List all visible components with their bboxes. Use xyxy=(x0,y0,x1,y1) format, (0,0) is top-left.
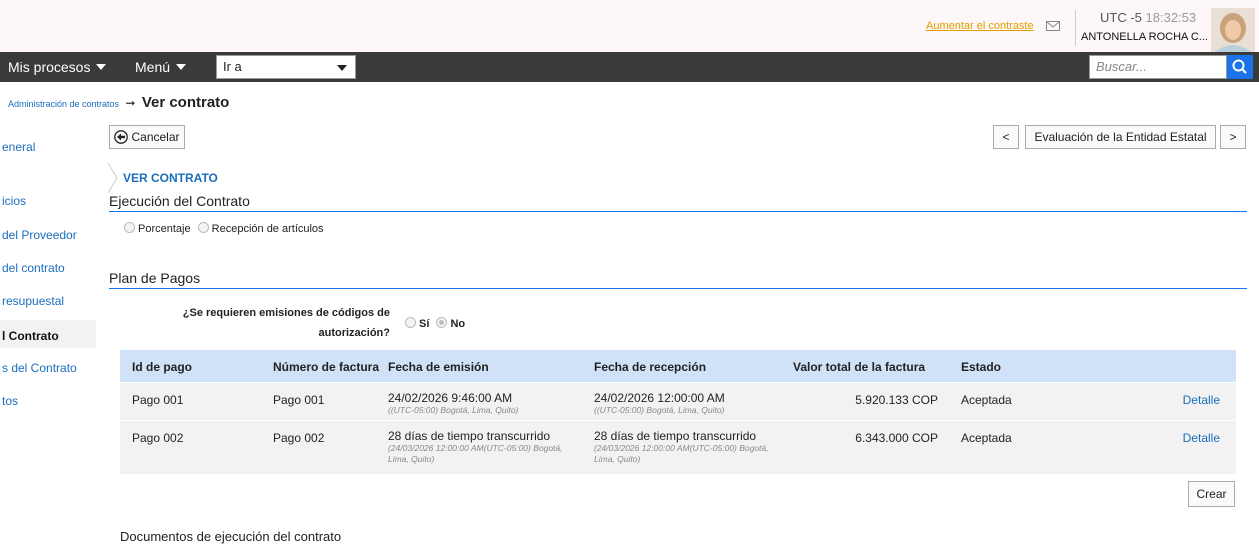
increase-contrast-link[interactable]: Aumentar el contraste xyxy=(926,20,1034,32)
mail-icon[interactable] xyxy=(1046,21,1060,31)
goto-select[interactable]: Ir a xyxy=(216,55,356,79)
breadcrumb-contracts-admin[interactable]: Administración de contratos xyxy=(8,99,119,109)
col-payment-id[interactable]: Id de pago xyxy=(132,360,192,374)
back-arrow-icon xyxy=(114,130,129,144)
authorization-question: ¿Se requieren emisiones de códigos de au… xyxy=(182,307,390,339)
sidebar-item-contract-modifications[interactable]: s del Contrato xyxy=(0,361,96,391)
col-status[interactable]: Estado xyxy=(961,360,1001,374)
header-divider xyxy=(1075,10,1076,46)
avatar[interactable] xyxy=(1211,8,1255,52)
sidebar-item-incidents[interactable]: tos xyxy=(0,394,96,424)
sidebar-item-contract-conditions[interactable]: del contrato xyxy=(0,261,96,291)
table-row: Pago 001 Pago 001 24/02/2026 9:46:00 AM … xyxy=(120,382,1236,420)
sidebar-item-supplier[interactable]: del Proveedor xyxy=(0,228,96,258)
radio-percentage[interactable]: Porcentaje xyxy=(124,222,191,235)
search-icon xyxy=(1232,59,1247,74)
my-processes-menu[interactable]: Mis procesos xyxy=(8,59,107,75)
view-contract-step[interactable]: VER CONTRATO xyxy=(123,171,218,185)
radio-auth-yes[interactable]: Sí xyxy=(405,317,429,330)
evaluation-button[interactable]: Evaluación de la Entidad Estatal xyxy=(1025,125,1216,149)
radio-icon xyxy=(405,317,416,328)
chevron-down-icon xyxy=(337,65,347,71)
step-chevron-icon xyxy=(107,163,118,193)
status-badge: Aceptada xyxy=(961,431,1012,445)
invoice-number: Pago 002 xyxy=(273,431,325,445)
page-title: Ver contrato xyxy=(141,94,230,111)
search-button[interactable] xyxy=(1227,55,1253,79)
search-input[interactable]: Buscar... xyxy=(1089,55,1227,79)
invoice-total: 6.343.000 COP xyxy=(855,431,938,445)
sidebar-item-contract-execution[interactable]: l Contrato xyxy=(0,320,96,348)
radio-selected-icon xyxy=(436,317,448,328)
payment-plan-title: Plan de Pagos xyxy=(109,270,201,286)
timezone-clock: UTC -5 18:32:53 xyxy=(1100,10,1196,25)
payments-table: Id de pago Número de factura Fecha de em… xyxy=(120,350,1236,474)
chevron-down-icon xyxy=(96,64,107,70)
detail-link[interactable]: Detalle xyxy=(1183,393,1220,407)
execution-section-title: Ejecución del Contrato xyxy=(109,193,250,209)
col-invoice-total[interactable]: Valor total de la factura xyxy=(793,360,925,374)
radio-icon xyxy=(197,222,209,233)
cancel-button[interactable]: Cancelar xyxy=(109,125,185,149)
issue-date: 28 días de tiempo transcurrido (24/03/20… xyxy=(388,429,563,464)
invoice-total: 5.920.133 COP xyxy=(855,393,938,407)
table-row: Pago 002 Pago 002 28 días de tiempo tran… xyxy=(120,420,1236,474)
issue-date: 24/02/2026 9:46:00 AM ((UTC-05:00) Bogot… xyxy=(388,391,519,415)
receipt-date: 28 días de tiempo transcurrido (24/03/20… xyxy=(594,429,769,464)
radio-item-reception[interactable]: Recepción de artículos xyxy=(197,222,324,235)
main-nav-bar: Mis procesos Menú xyxy=(0,52,1259,82)
timezone-label: UTC -5 xyxy=(1100,10,1142,25)
goto-select-value: Ir a xyxy=(223,59,242,74)
table-header: Id de pago Número de factura Fecha de em… xyxy=(120,350,1236,382)
execution-documents-title: Documentos de ejecución del contrato xyxy=(120,529,342,544)
col-invoice-number[interactable]: Número de factura xyxy=(273,360,379,374)
authorization-radio-group: Sí No xyxy=(405,317,469,330)
detail-link[interactable]: Detalle xyxy=(1183,431,1220,445)
clock: 18:32:53 xyxy=(1145,10,1197,25)
section-divider xyxy=(109,211,1247,212)
col-receipt-date[interactable]: Fecha de recepción xyxy=(594,360,706,374)
status-badge: Aceptada xyxy=(961,393,1012,407)
username[interactable]: ANTONELLA ROCHA C... xyxy=(1081,31,1208,43)
sidebar-item-services[interactable]: icios xyxy=(0,194,96,224)
cancel-button-label: Cancelar xyxy=(131,130,180,144)
receipt-date: 24/02/2026 12:00:00 AM ((UTC-05:00) Bogo… xyxy=(594,391,725,415)
section-divider xyxy=(109,288,1247,289)
prev-step-button[interactable]: < xyxy=(993,125,1019,149)
breadcrumb-arrow-icon: ➞ xyxy=(125,96,136,110)
payment-id: Pago 002 xyxy=(132,431,184,445)
invoice-number: Pago 001 xyxy=(273,393,325,407)
radio-auth-no[interactable]: No xyxy=(436,317,465,330)
col-issue-date[interactable]: Fecha de emisión xyxy=(388,360,489,374)
top-bar: Aumentar el contraste UTC -5 18:32:53 AN… xyxy=(0,0,1259,52)
sidebar-item-general[interactable]: eneral xyxy=(0,140,96,170)
execution-type-radio-group: Porcentaje Recepción de artículos xyxy=(124,222,328,235)
next-step-button[interactable]: > xyxy=(1220,125,1246,149)
payment-id: Pago 001 xyxy=(132,393,184,407)
chevron-down-icon xyxy=(176,64,187,70)
create-payment-button[interactable]: Crear xyxy=(1188,481,1235,507)
breadcrumb: Administración de contratos ➞ Ver contra… xyxy=(8,94,229,111)
radio-icon xyxy=(124,222,135,233)
menu-dropdown[interactable]: Menú xyxy=(135,59,187,75)
